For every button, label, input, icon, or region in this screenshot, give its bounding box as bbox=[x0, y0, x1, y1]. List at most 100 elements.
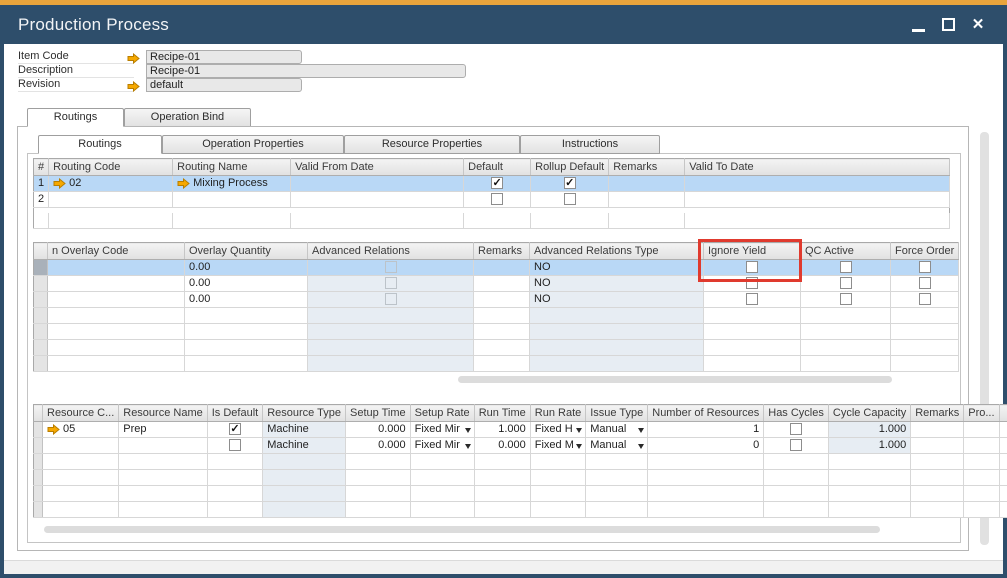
grid-cell[interactable] bbox=[891, 292, 959, 308]
link-arrow-icon[interactable] bbox=[177, 178, 190, 189]
link-arrow-icon[interactable] bbox=[127, 79, 140, 97]
grid-cell[interactable] bbox=[801, 356, 891, 372]
grid-cell[interactable]: NO bbox=[530, 276, 704, 292]
grid-cell[interactable] bbox=[34, 454, 43, 470]
table-row[interactable]: 0.00NO bbox=[34, 276, 959, 292]
grid-cell[interactable] bbox=[474, 502, 530, 518]
grid-cell[interactable]: Prep bbox=[119, 422, 207, 438]
grid-cell[interactable] bbox=[263, 454, 346, 470]
grid-cell[interactable] bbox=[801, 292, 891, 308]
dropdown-arrow-icon[interactable] bbox=[638, 428, 644, 433]
grid-cell[interactable] bbox=[34, 502, 43, 518]
grid-cell[interactable] bbox=[704, 292, 801, 308]
grid-cell[interactable] bbox=[49, 213, 173, 229]
grid-cell[interactable]: Fixed H bbox=[530, 422, 585, 438]
grid-cell[interactable] bbox=[530, 454, 585, 470]
checkbox[interactable] bbox=[564, 193, 576, 205]
grid-cell[interactable]: 1 bbox=[648, 422, 764, 438]
overlay-table-horizontal-scrollbar[interactable] bbox=[458, 376, 892, 383]
grid-cell[interactable] bbox=[474, 292, 530, 308]
checkbox[interactable] bbox=[840, 277, 852, 289]
grid-cell[interactable] bbox=[464, 192, 531, 208]
grid-cell[interactable] bbox=[48, 276, 185, 292]
maximize-button[interactable] bbox=[933, 10, 963, 40]
grid-cell[interactable]: Fixed Mir bbox=[410, 422, 474, 438]
grid-cell[interactable] bbox=[530, 502, 585, 518]
checkbox[interactable] bbox=[919, 261, 931, 273]
grid-cell[interactable] bbox=[34, 422, 43, 438]
grid-cell[interactable] bbox=[308, 260, 474, 276]
grid-cell[interactable]: 0.00 bbox=[185, 260, 308, 276]
tab-instructions[interactable]: Instructions bbox=[520, 135, 660, 154]
grid-cell[interactable] bbox=[764, 486, 829, 502]
grid-cell[interactable] bbox=[119, 454, 207, 470]
grid-cell[interactable] bbox=[346, 454, 411, 470]
grid-cell[interactable] bbox=[48, 308, 185, 324]
grid-cell[interactable] bbox=[474, 486, 530, 502]
grid-cell[interactable] bbox=[474, 308, 530, 324]
grid-cell[interactable] bbox=[207, 454, 262, 470]
grid-cell[interactable] bbox=[586, 502, 648, 518]
grid-cell[interactable] bbox=[410, 454, 474, 470]
grid-cell[interactable] bbox=[964, 438, 999, 454]
grid-cell[interactable] bbox=[185, 340, 308, 356]
table-row[interactable]: 0.00NO bbox=[34, 292, 959, 308]
grid-cell[interactable] bbox=[685, 213, 950, 229]
grid-cell[interactable] bbox=[474, 454, 530, 470]
grid-cell[interactable] bbox=[801, 324, 891, 340]
checkbox[interactable] bbox=[790, 423, 802, 435]
grid-cell[interactable] bbox=[530, 308, 704, 324]
grid-cell[interactable]: 1.000 bbox=[474, 422, 530, 438]
grid-cell[interactable] bbox=[648, 454, 764, 470]
checkbox-checked[interactable]: ✓ bbox=[229, 423, 241, 435]
grid-cell[interactable] bbox=[530, 470, 585, 486]
grid-cell[interactable] bbox=[185, 308, 308, 324]
grid-cell[interactable] bbox=[891, 260, 959, 276]
grid-cell[interactable] bbox=[609, 213, 685, 229]
grid-cell[interactable] bbox=[704, 340, 801, 356]
grid-cell[interactable] bbox=[474, 324, 530, 340]
grid-cell[interactable] bbox=[308, 340, 474, 356]
grid-cell[interactable] bbox=[704, 308, 801, 324]
grid-cell[interactable] bbox=[911, 486, 964, 502]
grid-cell[interactable] bbox=[964, 422, 999, 438]
grid-cell[interactable] bbox=[828, 486, 910, 502]
grid-cell[interactable] bbox=[207, 470, 262, 486]
grid-cell[interactable] bbox=[828, 502, 910, 518]
grid-cell[interactable] bbox=[119, 470, 207, 486]
grid-cell[interactable] bbox=[586, 486, 648, 502]
grid-cell[interactable]: Mixing Process bbox=[173, 176, 291, 192]
grid-cell[interactable] bbox=[34, 356, 48, 372]
grid-cell[interactable] bbox=[999, 470, 1007, 486]
grid-cell[interactable]: ✓ bbox=[464, 176, 531, 192]
table-row[interactable]: 2 bbox=[34, 192, 950, 208]
grid-cell[interactable] bbox=[49, 192, 173, 208]
grid-cell[interactable] bbox=[410, 486, 474, 502]
grid-cell[interactable]: Fixed M bbox=[530, 438, 585, 454]
grid-cell[interactable]: Manual bbox=[586, 438, 648, 454]
grid-cell[interactable] bbox=[964, 454, 999, 470]
table-row[interactable] bbox=[34, 213, 950, 229]
table-row[interactable] bbox=[34, 324, 959, 340]
grid-cell[interactable] bbox=[410, 502, 474, 518]
grid-cell[interactable]: 1 bbox=[34, 176, 49, 192]
grid-cell[interactable] bbox=[764, 438, 829, 454]
item-code-input[interactable] bbox=[146, 50, 302, 64]
grid-cell[interactable] bbox=[648, 486, 764, 502]
grid-cell[interactable]: 0.00 bbox=[185, 292, 308, 308]
grid-cell[interactable] bbox=[48, 292, 185, 308]
checkbox[interactable] bbox=[840, 261, 852, 273]
grid-cell[interactable] bbox=[531, 213, 609, 229]
grid-cell[interactable] bbox=[685, 176, 950, 192]
grid-cell[interactable] bbox=[999, 438, 1007, 454]
grid-cell[interactable] bbox=[119, 486, 207, 502]
grid-cell[interactable] bbox=[207, 486, 262, 502]
grid-cell[interactable] bbox=[891, 276, 959, 292]
grid-cell[interactable] bbox=[43, 470, 119, 486]
grid-cell[interactable] bbox=[911, 454, 964, 470]
table-row[interactable] bbox=[34, 308, 959, 324]
grid-cell[interactable]: 0.000 bbox=[346, 422, 411, 438]
grid-cell[interactable]: 1.000 bbox=[828, 438, 910, 454]
grid-cell[interactable] bbox=[34, 213, 49, 229]
grid-cell[interactable] bbox=[609, 192, 685, 208]
